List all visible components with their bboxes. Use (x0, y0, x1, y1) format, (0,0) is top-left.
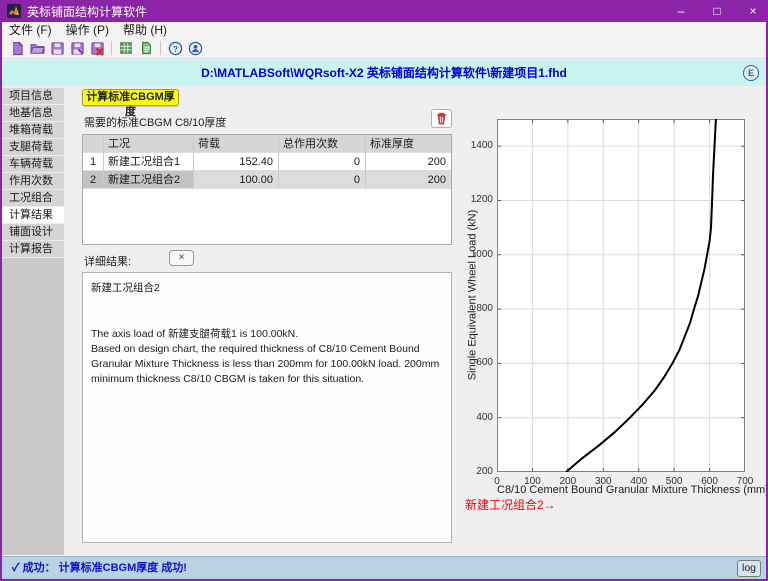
export-report-icon (139, 41, 153, 55)
success-check-icon: ✓ (12, 562, 20, 574)
details-label: 详细结果: (84, 253, 131, 269)
window-title: 英标铺面结构计算软件 (27, 3, 147, 20)
header-applications[interactable]: 总作用次数 (279, 135, 366, 153)
chart-annotation: 新建工况组合2→ (465, 496, 556, 513)
design-chart: Single Equivalent Wheel Load (kN) C8/10 … (455, 88, 763, 554)
cell-load[interactable]: 152.40 (194, 153, 279, 171)
x-tick-label: 100 (512, 476, 552, 487)
sidebar-item-stacking-load[interactable]: 堆箱荷载 (2, 122, 64, 139)
minimize-button[interactable]: – (674, 4, 688, 18)
export-table-icon (119, 41, 133, 55)
row-index: 2 (83, 171, 104, 189)
tool-bar: ? (2, 38, 766, 59)
info-circle-icon[interactable]: E (743, 65, 759, 81)
sidebar-item-calculation-results[interactable]: 计算结果 (2, 207, 64, 224)
close-details-button[interactable]: × (169, 250, 194, 266)
cell-case[interactable]: 新建工况组合1 (104, 153, 194, 171)
header-load[interactable]: 荷载 (194, 135, 279, 153)
project-file-path: D:\MATLABSoft\WQRsoft-X2 英标铺面结构计算软件\新建项目… (201, 66, 567, 80)
table-row[interactable]: 2 新建工况组合2 100.00 0 200 (83, 171, 451, 189)
menu-file[interactable]: 文件 (F) (2, 22, 59, 38)
save-icon (50, 41, 65, 56)
about-button[interactable] (185, 39, 205, 57)
maximize-button[interactable]: □ (710, 4, 724, 18)
y-tick-label: 400 (455, 412, 493, 423)
new-file-icon (10, 41, 25, 56)
open-file-button[interactable] (27, 39, 47, 57)
toolbar-separator (160, 41, 161, 55)
title-bar: 英标铺面结构计算软件 – □ × (0, 0, 768, 22)
sidebar-item-load-combination[interactable]: 工况组合 (2, 190, 64, 207)
sidebar: 项目信息 地基信息 堆箱荷载 支腿荷载 车辆荷载 作用次数 工况组合 计算结果 … (2, 88, 64, 555)
help-icon: ? (168, 41, 183, 56)
matlab-logo-icon (7, 4, 21, 18)
app-window: 英标铺面结构计算软件 – □ × 文件 (F) 操作 (P) 帮助 (H) (0, 0, 768, 581)
close-button[interactable]: × (746, 4, 760, 18)
cell-case[interactable]: 新建工况组合2 (104, 171, 194, 189)
x-tick-label: 300 (583, 476, 623, 487)
x-tick-label: 400 (619, 476, 659, 487)
close-file-icon (90, 41, 105, 56)
sidebar-item-vehicle-load[interactable]: 车辆荷载 (2, 156, 64, 173)
cell-load[interactable]: 100.00 (194, 171, 279, 189)
y-tick-label: 200 (455, 466, 493, 477)
cell-applications[interactable]: 0 (279, 153, 366, 171)
status-message: ✓ 成功： 计算标准CBGM厚度 成功! (12, 557, 187, 579)
table-header-row: 工况 荷载 总作用次数 标准厚度 (83, 135, 451, 153)
x-tick-label: 200 (548, 476, 588, 487)
x-tick-label: 500 (654, 476, 694, 487)
table-caption: 需要的标准CBGM C8/10厚度 (84, 114, 226, 130)
table-row[interactable]: 1 新建工况组合1 152.40 0 200 (83, 153, 451, 171)
chart-plot-area (497, 119, 745, 472)
about-person-icon (188, 41, 203, 56)
x-tick-label: 600 (690, 476, 730, 487)
row-index: 1 (83, 153, 104, 171)
save-as-icon (70, 41, 85, 56)
cbgm-results-table: 工况 荷载 总作用次数 标准厚度 1 新建工况组合1 152.40 0 200 … (82, 134, 452, 245)
y-tick-label: 600 (455, 357, 493, 368)
status-bar: ✓ 成功： 计算标准CBGM厚度 成功! log (2, 556, 766, 579)
sidebar-item-project-info[interactable]: 项目信息 (2, 88, 64, 105)
sidebar-item-calculation-report[interactable]: 计算报告 (2, 241, 64, 258)
menu-operate[interactable]: 操作 (P) (59, 22, 116, 38)
y-tick-label: 800 (455, 303, 493, 314)
menu-bar: 文件 (F) 操作 (P) 帮助 (H) (2, 22, 766, 38)
header-thickness[interactable]: 标准厚度 (366, 135, 451, 153)
x-tick-label: 700 (725, 476, 765, 487)
y-tick-label: 1000 (455, 249, 493, 260)
header-case[interactable]: 工况 (104, 135, 194, 153)
new-file-button[interactable] (7, 39, 27, 57)
window-border (0, 0, 2, 581)
file-path-banner: D:\MATLABSoft\WQRsoft-X2 英标铺面结构计算软件\新建项目… (2, 60, 766, 86)
y-tick-label: 1400 (455, 140, 493, 151)
sidebar-item-pavement-design[interactable]: 铺面设计 (2, 224, 64, 241)
y-tick-label: 1200 (455, 194, 493, 205)
details-text-area[interactable]: 新建工况组合2 The axis load of 新建支腿荷载1 is 100.… (82, 272, 452, 543)
save-as-file-button[interactable] (67, 39, 87, 57)
calculate-cbgm-button[interactable]: 计算标准CBGM厚度 (82, 89, 179, 106)
open-folder-icon (30, 41, 45, 56)
sidebar-item-application-count[interactable]: 作用次数 (2, 173, 64, 190)
cell-thickness[interactable]: 200 (366, 153, 451, 171)
export-table-button[interactable] (116, 39, 136, 57)
log-button[interactable]: log (737, 560, 761, 577)
x-tick-label: 0 (477, 476, 517, 487)
sidebar-item-foundation-info[interactable]: 地基信息 (2, 105, 64, 122)
export-report-button[interactable] (136, 39, 156, 57)
delete-row-button[interactable] (431, 109, 452, 128)
help-button[interactable]: ? (165, 39, 185, 57)
menu-help[interactable]: 帮助 (H) (116, 22, 174, 38)
svg-text:?: ? (172, 43, 177, 53)
cell-thickness[interactable]: 200 (366, 171, 451, 189)
close-file-button[interactable] (87, 39, 107, 57)
sidebar-item-leg-load[interactable]: 支腿荷载 (2, 139, 64, 156)
toolbar-separator (111, 41, 112, 55)
header-index (83, 135, 104, 153)
save-file-button[interactable] (47, 39, 67, 57)
cell-applications[interactable]: 0 (279, 171, 366, 189)
trash-icon (436, 112, 447, 125)
